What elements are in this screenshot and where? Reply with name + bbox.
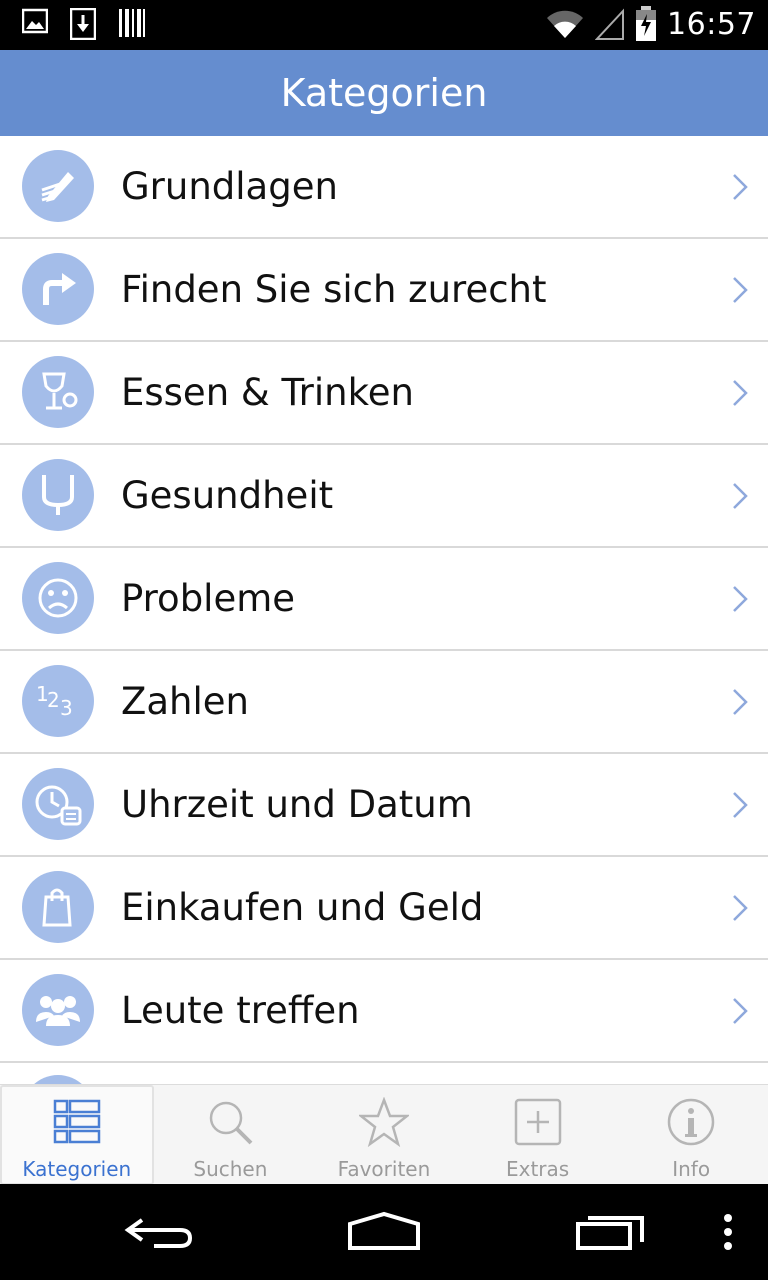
category-row-essen[interactable]: Essen & Trinken bbox=[0, 342, 768, 445]
recent-apps-icon[interactable] bbox=[574, 1210, 646, 1254]
chevron-right-icon bbox=[733, 483, 748, 509]
barcode-icon bbox=[119, 9, 145, 37]
clock-calendar-icon bbox=[22, 768, 94, 840]
chevron-right-icon bbox=[733, 792, 748, 818]
app-header: Kategorien bbox=[0, 50, 768, 136]
category-row-gesundheit[interactable]: Gesundheit bbox=[0, 445, 768, 548]
people-icon bbox=[22, 974, 94, 1046]
chevron-right-icon bbox=[733, 998, 748, 1024]
category-row-einkaufen[interactable]: Einkaufen und Geld bbox=[0, 857, 768, 960]
category-row-zahlen[interactable]: 1 2 3 Zahlen bbox=[0, 651, 768, 754]
category-row-uhrzeit[interactable]: Uhrzeit und Datum bbox=[0, 754, 768, 857]
category-list[interactable]: Grundlagen Finden Sie sich zurecht Essen… bbox=[0, 136, 768, 1084]
search-icon bbox=[210, 1101, 253, 1145]
pen-icon bbox=[22, 150, 94, 222]
tab-label: Kategorien bbox=[22, 1157, 132, 1181]
shopping-bag-icon bbox=[22, 871, 94, 943]
wine-glass-icon bbox=[22, 356, 94, 428]
page-title: Kategorien bbox=[280, 71, 488, 115]
tab-suchen[interactable]: Suchen bbox=[154, 1085, 308, 1185]
stethoscope-icon bbox=[22, 459, 94, 531]
tab-info[interactable]: Info bbox=[614, 1085, 768, 1185]
image-icon bbox=[22, 8, 48, 34]
tab-favoriten[interactable]: Favoriten bbox=[307, 1085, 461, 1185]
tab-label: Extras bbox=[505, 1157, 570, 1181]
category-label: Zahlen bbox=[121, 680, 249, 723]
category-label: Einkaufen und Geld bbox=[121, 886, 484, 929]
wifi-icon bbox=[547, 10, 584, 38]
category-label: Gesundheit bbox=[121, 474, 334, 517]
download-icon bbox=[70, 8, 96, 40]
category-label: Essen & Trinken bbox=[121, 371, 414, 414]
category-row-leute[interactable]: Leute treffen bbox=[0, 960, 768, 1063]
chevron-right-icon bbox=[733, 689, 748, 715]
category-row-partial[interactable] bbox=[0, 1063, 768, 1084]
category-label: Leute treffen bbox=[121, 989, 360, 1032]
category-label: Probleme bbox=[121, 577, 296, 620]
numbers-icon: 1 2 3 bbox=[22, 665, 94, 737]
status-bar: 16:57 bbox=[0, 0, 768, 50]
back-icon[interactable] bbox=[124, 1210, 196, 1254]
home-icon[interactable] bbox=[346, 1210, 422, 1254]
list-grid-icon bbox=[53, 1099, 101, 1144]
sad-face-icon bbox=[22, 562, 94, 634]
category-row-finden[interactable]: Finden Sie sich zurecht bbox=[0, 239, 768, 342]
tab-label: Favoriten bbox=[337, 1157, 431, 1181]
chevron-right-icon bbox=[733, 174, 748, 200]
category-label: Finden Sie sich zurecht bbox=[121, 268, 547, 311]
svg-text:2: 2 bbox=[47, 688, 60, 712]
category-row-grundlagen[interactable]: Grundlagen bbox=[0, 136, 768, 239]
category-icon bbox=[22, 1075, 94, 1084]
battery-icon bbox=[636, 6, 657, 41]
chevron-right-icon bbox=[733, 277, 748, 303]
category-label: Grundlagen bbox=[121, 165, 338, 208]
signal-icon bbox=[595, 8, 625, 40]
tab-label: Info bbox=[672, 1157, 711, 1181]
chevron-right-icon bbox=[733, 380, 748, 406]
overflow-menu-icon[interactable] bbox=[718, 1210, 738, 1254]
tab-extras[interactable]: Extras bbox=[461, 1085, 615, 1185]
category-row-probleme[interactable]: Probleme bbox=[0, 548, 768, 651]
svg-text:3: 3 bbox=[60, 696, 73, 720]
plus-box-icon bbox=[514, 1098, 561, 1146]
category-label: Uhrzeit und Datum bbox=[121, 783, 473, 826]
star-icon bbox=[358, 1097, 409, 1147]
turn-right-arrow-icon bbox=[22, 253, 94, 325]
navigation-bar bbox=[0, 1184, 768, 1280]
tab-bar: Kategorien Suchen Favoriten Extras Info bbox=[0, 1084, 768, 1185]
tab-label: Suchen bbox=[193, 1157, 268, 1181]
chevron-right-icon bbox=[733, 586, 748, 612]
status-time: 16:57 bbox=[667, 6, 756, 42]
chevron-right-icon bbox=[733, 895, 748, 921]
info-icon bbox=[667, 1098, 715, 1146]
tab-kategorien[interactable]: Kategorien bbox=[0, 1085, 154, 1185]
app-screen: 16:57 Kategorien Grundlagen Finden Sie s… bbox=[0, 0, 768, 1280]
